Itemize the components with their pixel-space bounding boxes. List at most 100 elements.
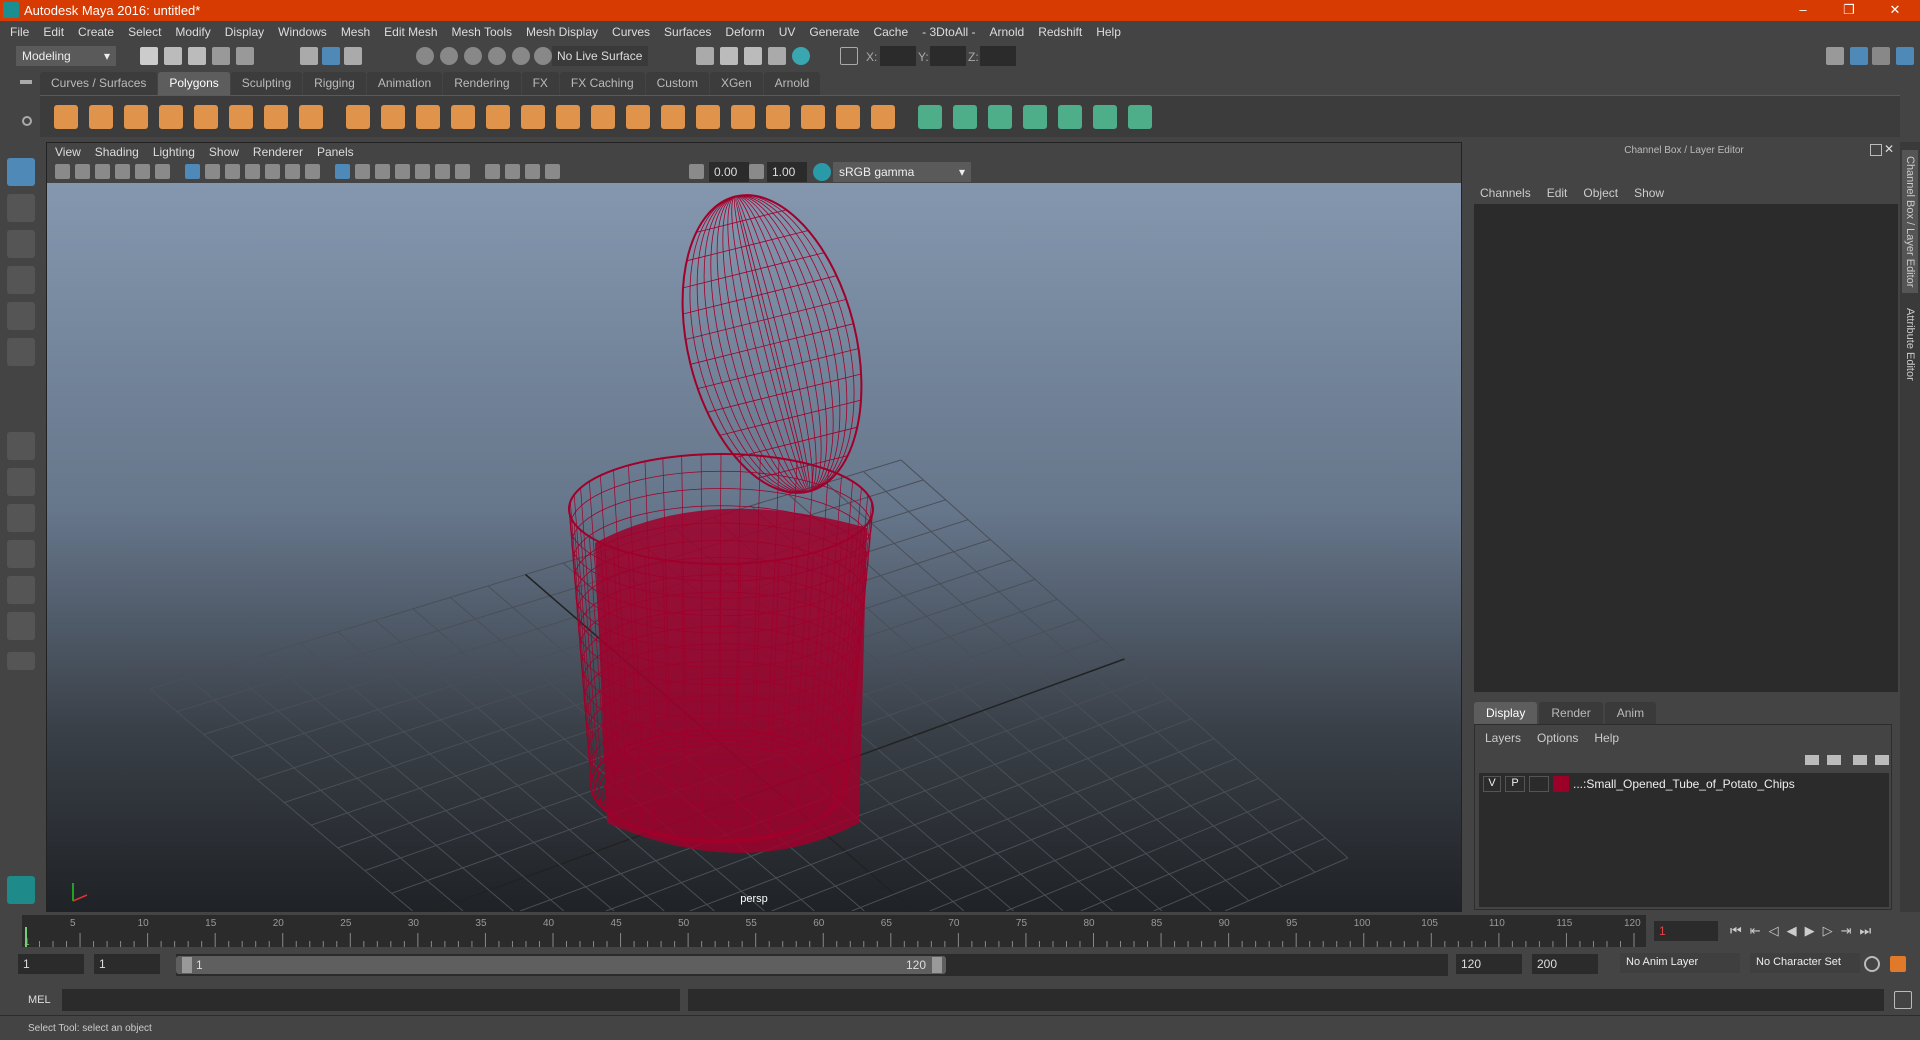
cylinder-icon[interactable] — [124, 105, 148, 129]
go-to-start-icon[interactable]: ⏮ — [1730, 923, 1742, 939]
tube-lid-wireframe[interactable] — [654, 183, 891, 512]
textured-icon[interactable] — [395, 164, 410, 179]
end-time-field[interactable]: 200 — [1532, 954, 1598, 974]
shelf-tab-arnold[interactable]: Arnold — [763, 72, 821, 95]
menu-deform[interactable]: Deform — [725, 25, 764, 39]
layer-tab-anim[interactable]: Anim — [1604, 702, 1657, 724]
safe-action-icon[interactable] — [285, 164, 300, 179]
paint-select-tool-icon[interactable] — [7, 230, 35, 258]
gate-mask-icon[interactable] — [245, 164, 260, 179]
color-space-dropdown[interactable]: sRGB gamma ▾ — [833, 162, 971, 182]
bridge-icon[interactable] — [521, 105, 545, 129]
gamma-icon[interactable] — [749, 164, 764, 179]
automatic-uv-icon[interactable] — [1058, 105, 1082, 129]
bridge-edge-icon[interactable] — [661, 105, 685, 129]
layer-tab-display[interactable]: Display — [1474, 702, 1538, 724]
tool-settings-icon[interactable] — [1872, 47, 1890, 65]
menu-create[interactable]: Create — [78, 25, 114, 39]
shelf-tab-fx[interactable]: FX — [521, 72, 559, 95]
layer-menu-options[interactable]: Options — [1537, 731, 1578, 745]
layer-menu-help[interactable]: Help — [1594, 731, 1619, 745]
grid-icon[interactable] — [185, 164, 200, 179]
uv-editor-icon[interactable] — [1093, 105, 1117, 129]
shelf-tab-curves-surfaces[interactable]: Curves / Surfaces — [40, 72, 158, 95]
shelf-settings-gear-icon[interactable] — [22, 116, 32, 126]
rotate-tool-icon[interactable] — [7, 302, 35, 330]
shelf-tab-fx-caching[interactable]: FX Caching — [559, 72, 645, 95]
x-field[interactable] — [880, 46, 916, 66]
camera-attributes-icon[interactable] — [75, 164, 90, 179]
channel-box-menu-edit[interactable]: Edit — [1547, 186, 1568, 200]
menu-modify[interactable]: Modify — [175, 25, 210, 39]
menu-redshift[interactable]: Redshift — [1038, 25, 1082, 39]
layer-color-swatch[interactable] — [1553, 776, 1569, 792]
viewport-menu-shading[interactable]: Shading — [95, 145, 139, 159]
fill-hole-icon[interactable] — [731, 105, 755, 129]
menu-select[interactable]: Select — [128, 25, 161, 39]
spherical-uv-icon[interactable] — [1023, 105, 1047, 129]
script-editor-icon[interactable] — [1894, 991, 1912, 1009]
shelf-tab-animation[interactable]: Animation — [366, 72, 443, 95]
plane-icon[interactable] — [194, 105, 218, 129]
anim-layer-dropdown[interactable]: No Anim Layer — [1620, 953, 1740, 973]
single-view-layout-icon[interactable] — [7, 432, 35, 460]
new-layer-icon[interactable] — [1853, 755, 1867, 765]
xray-joints-icon[interactable] — [505, 164, 520, 179]
step-back-key-icon[interactable]: ⇤ — [1750, 923, 1761, 939]
z-field[interactable] — [980, 46, 1016, 66]
xray-components-icon[interactable] — [525, 164, 540, 179]
layer-row[interactable]: V P ...:Small_Opened_Tube_of_Potato_Chip… — [1479, 773, 1889, 795]
smooth-icon[interactable] — [451, 105, 475, 129]
channel-box-menu-channels[interactable]: Channels — [1480, 186, 1531, 200]
select-tool-icon[interactable] — [7, 158, 35, 186]
new-scene-icon[interactable] — [140, 47, 158, 65]
range-end-grip[interactable] — [932, 957, 942, 973]
menu-display[interactable]: Display — [225, 25, 264, 39]
mel-label[interactable]: MEL — [28, 994, 51, 1006]
menu-surfaces[interactable]: Surfaces — [664, 25, 711, 39]
gamma-field[interactable]: 1.00 — [767, 162, 807, 182]
layer-menu-layers[interactable]: Layers — [1485, 731, 1521, 745]
separate-icon[interactable] — [381, 105, 405, 129]
menu-mesh-display[interactable]: Mesh Display — [526, 25, 598, 39]
smooth-shade-icon[interactable] — [355, 164, 370, 179]
insert-edge-loop-icon[interactable] — [801, 105, 825, 129]
select-hierarchy-icon[interactable] — [300, 47, 318, 65]
append-icon[interactable] — [556, 105, 580, 129]
start-time-field[interactable]: 1 — [18, 954, 84, 974]
minimize-button[interactable]: – — [1788, 2, 1818, 17]
make-live-icon[interactable] — [534, 47, 552, 65]
viewport-menu-view[interactable]: View — [55, 145, 81, 159]
modeling-toolkit-icon[interactable] — [1826, 47, 1844, 65]
animation-preferences-icon[interactable] — [1890, 956, 1906, 972]
image-plane-icon[interactable] — [115, 164, 130, 179]
resolution-gate-icon[interactable] — [225, 164, 240, 179]
combine-icon[interactable] — [346, 105, 370, 129]
auto-key-icon[interactable] — [1864, 956, 1880, 972]
menu-file[interactable]: File — [10, 25, 29, 39]
bookmark-icon[interactable] — [95, 164, 110, 179]
torus-icon[interactable] — [229, 105, 253, 129]
wireframe-icon[interactable] — [335, 164, 350, 179]
snap-surface-icon[interactable] — [512, 47, 530, 65]
channel-box-icon[interactable] — [1896, 47, 1914, 65]
side-tab-attribute-editor[interactable]: Attribute Editor — [1902, 302, 1918, 387]
planar-uv-icon[interactable] — [953, 105, 977, 129]
menu-help[interactable]: Help — [1096, 25, 1121, 39]
move-tool-icon[interactable] — [7, 266, 35, 294]
scale-tool-icon[interactable] — [7, 338, 35, 366]
step-back-frame-icon[interactable]: ◁ — [1769, 923, 1779, 939]
select-object-icon[interactable] — [322, 47, 340, 65]
render-settings-icon[interactable] — [696, 47, 714, 65]
use-lights-icon[interactable] — [415, 164, 430, 179]
unfold-uv-icon[interactable] — [1128, 105, 1152, 129]
menu-edit-mesh[interactable]: Edit Mesh — [384, 25, 437, 39]
grease-pencil-icon[interactable] — [155, 164, 170, 179]
menu-uv[interactable]: UV — [779, 25, 796, 39]
cube-icon[interactable] — [89, 105, 113, 129]
sphere-icon[interactable] — [54, 105, 78, 129]
shelf-tab-sculpting[interactable]: Sculpting — [230, 72, 303, 95]
menu-windows[interactable]: Windows — [278, 25, 327, 39]
menu-set-dropdown[interactable]: Modeling ▾ — [16, 46, 116, 66]
menu-curves[interactable]: Curves — [612, 25, 650, 39]
